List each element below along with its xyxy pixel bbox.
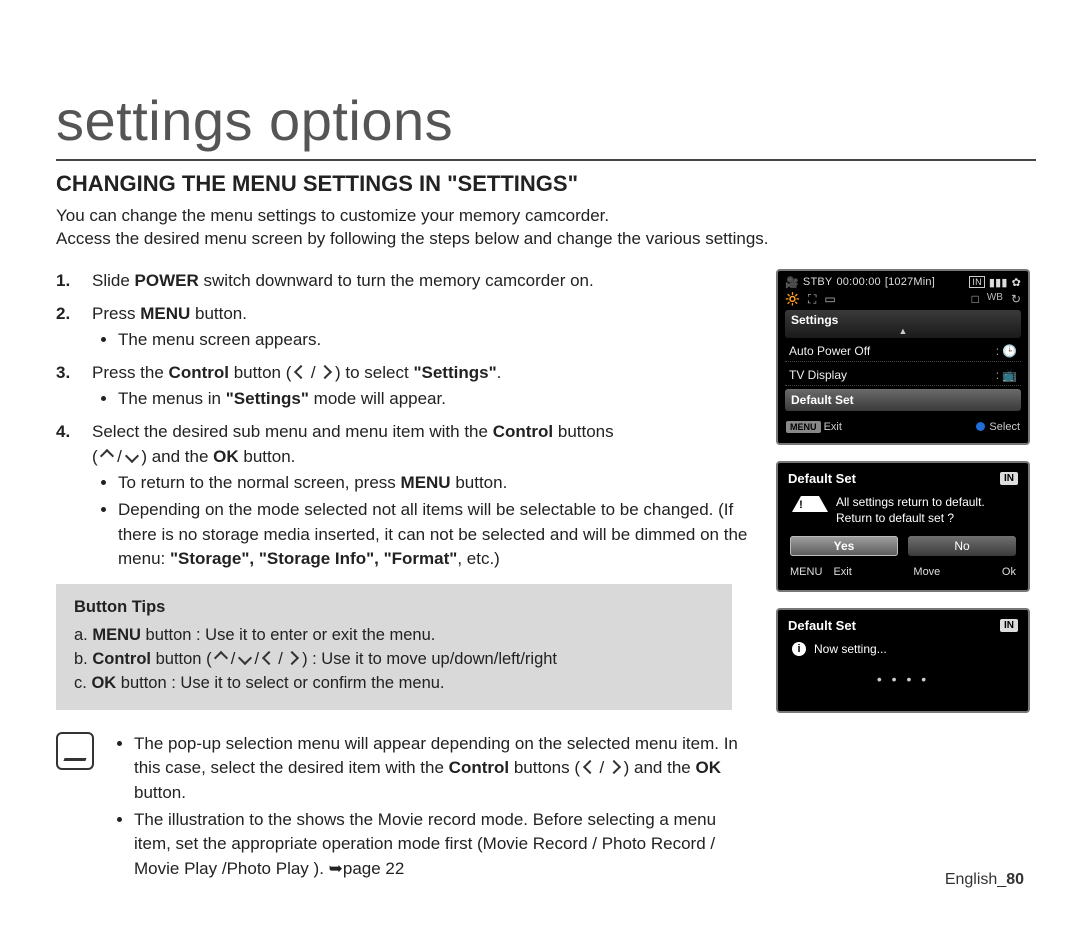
indicator-icon: ⛶ — [808, 292, 816, 307]
chevron-up-icon: ▲ — [791, 327, 1015, 335]
dialog-msg-2: Return to default set ? — [836, 510, 985, 526]
dialog-msg-1: All settings return to default. — [836, 494, 985, 510]
page-title: settings options — [56, 88, 1036, 153]
loading-dots: • • • • — [778, 671, 1028, 687]
divider — [56, 159, 1036, 161]
step-4: Select the desired sub menu and menu ite… — [56, 420, 760, 572]
lcd-default-set-confirm: Default Set IN All settings return to de… — [776, 461, 1030, 592]
step-1: Slide POWER switch downward to turn the … — [56, 269, 760, 294]
step-4-sub-2: Depending on the mode selected not all i… — [118, 498, 760, 572]
progress-msg: Now setting... — [814, 641, 887, 657]
menu-item-tv-display[interactable]: TV Display : 📺 — [785, 365, 1021, 386]
chevron-right-icon — [607, 760, 621, 774]
step-3: Press the Control button ( / ) to select… — [56, 361, 760, 412]
rec-remain: [1027Min] — [885, 276, 935, 288]
button-tips-box: Button Tips a. MENU button : Use it to e… — [56, 584, 732, 710]
chevron-down-icon — [125, 449, 139, 463]
menu-tag: MENU — [786, 421, 821, 433]
chevron-down-icon — [238, 651, 252, 665]
screen-icon: ▭ — [824, 292, 835, 307]
storage-in-badge: IN — [969, 276, 984, 288]
footer-exit-label: Exit — [824, 421, 842, 433]
button-tips-title: Button Tips — [74, 596, 714, 620]
clock-icon: 🕒 — [1002, 344, 1017, 358]
footer-move-label: Move — [913, 566, 940, 578]
lcd-default-set-progress: Default Set IN i Now setting... • • • • — [776, 608, 1030, 713]
yes-button[interactable]: Yes — [790, 536, 898, 556]
note-icon — [56, 732, 94, 770]
note-1: The pop-up selection menu will appear de… — [134, 732, 756, 806]
chevron-right-icon — [318, 365, 332, 379]
footer-select-label: Select — [989, 421, 1020, 433]
tv-icon: 📺 — [1002, 368, 1017, 382]
refresh-icon: ↻ — [1011, 292, 1021, 307]
step-4-sub-1: To return to the normal screen, press ME… — [118, 471, 760, 496]
no-button[interactable]: No — [908, 536, 1016, 556]
intro-line-1: You can change the menu settings to cust… — [56, 205, 1016, 228]
step-2: Press MENU button. The menu screen appea… — [56, 302, 760, 353]
storage-in-badge: IN — [1000, 619, 1018, 632]
tip-c: c. OK button : Use it to select or confi… — [74, 672, 714, 696]
chevron-right-icon — [285, 651, 299, 665]
step-3-sub-1: The menus in "Settings" mode will appear… — [118, 387, 760, 412]
battery-icon: ▮▮▮ — [989, 276, 1008, 289]
chevron-left-icon — [262, 651, 276, 665]
dialog-title: Default Set — [788, 618, 856, 633]
rec-time: 00:00:00 — [836, 276, 880, 288]
menu-item-default-set[interactable]: Default Set — [785, 389, 1021, 411]
chevron-left-icon — [294, 365, 308, 379]
tip-a: a. MENU button : Use it to enter or exit… — [74, 624, 714, 648]
menu-tag: MENU — [790, 566, 822, 578]
tab-settings[interactable]: Settings ▲ — [785, 310, 1021, 338]
dialog-title: Default Set — [788, 471, 856, 486]
mode-icon: □ — [972, 292, 979, 307]
storage-in-badge: IN — [1000, 472, 1018, 485]
info-icon: i — [792, 642, 806, 656]
camera-icon: ✿ — [1012, 276, 1021, 289]
warning-icon — [792, 496, 828, 512]
rec-status: STBY — [803, 276, 833, 288]
wb-icon: WB — [987, 292, 1003, 307]
ok-dot-icon — [976, 422, 985, 431]
indicator-icon: 🔆 — [785, 292, 800, 307]
chevron-left-icon — [583, 760, 597, 774]
page-footer: English_80 — [945, 871, 1024, 889]
video-icon: 🎥 — [785, 276, 799, 289]
section-title: CHANGING THE MENU SETTINGS IN "SETTINGS" — [56, 171, 1036, 197]
tip-b: b. Control button ( / / / ) : Use it to … — [74, 648, 714, 672]
intro-line-2: Access the desired menu screen by follow… — [56, 228, 1016, 251]
footer-ok-label: Ok — [1002, 566, 1016, 578]
footer-exit-label: Exit — [833, 566, 851, 578]
note-2: The illustration to the shows the Movie … — [134, 808, 756, 882]
lcd-settings-menu: 🎥 STBY 00:00:00 [1027Min] IN ▮▮▮ ✿ 🔆 ⛶ — [776, 269, 1030, 445]
step-2-sub-1: The menu screen appears. — [118, 328, 760, 353]
chevron-up-icon — [100, 449, 114, 463]
chevron-up-icon — [214, 651, 228, 665]
menu-item-auto-power-off[interactable]: Auto Power Off : 🕒 — [785, 341, 1021, 362]
